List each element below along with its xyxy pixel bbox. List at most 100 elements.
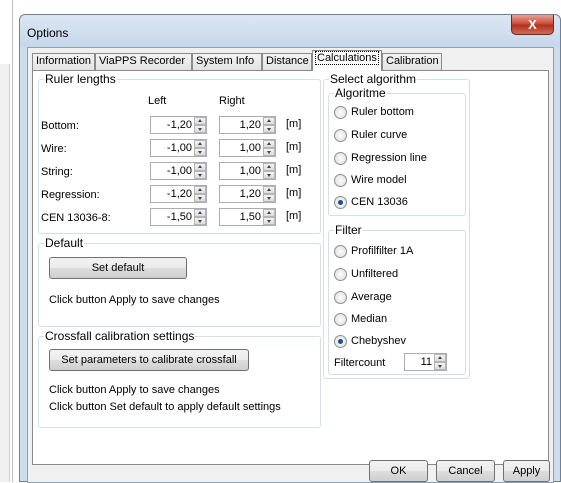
spinner-arrows[interactable] <box>194 163 206 179</box>
spinner-value: -1,00 <box>166 142 192 154</box>
spinner-up-icon[interactable] <box>263 140 275 148</box>
spinner-arrows[interactable] <box>263 117 275 133</box>
spinner-down-icon[interactable] <box>194 148 206 156</box>
ruler-lengths-group: Ruler lengths Left Right Bottom: -1,20 1… <box>38 72 321 234</box>
wire-right-spinner[interactable]: 1,00 <box>219 139 276 157</box>
default-title: Default <box>44 236 85 250</box>
spinner-value: -1,20 <box>166 188 192 200</box>
unit-label: [m] <box>286 164 302 176</box>
radio-icon[interactable] <box>334 313 347 326</box>
tab-label: System Info <box>196 55 255 67</box>
spinner-up-icon[interactable] <box>263 117 275 125</box>
tab-system-info[interactable]: System Info <box>192 53 262 70</box>
tab-viapps-recorder[interactable]: ViaPPS Recorder <box>95 53 192 70</box>
set-default-button[interactable]: Set default <box>49 257 187 279</box>
spinner-value: -1,00 <box>166 165 192 177</box>
radio-icon[interactable] <box>334 174 347 187</box>
algoritme-group: Algoritme Ruler bottom Ruler curve Regre… <box>328 86 466 216</box>
regression-left-spinner[interactable]: -1,20 <box>150 185 207 203</box>
tab-label: ViaPPS Recorder <box>99 55 186 67</box>
tab-information[interactable]: Information <box>32 53 95 70</box>
title-bar[interactable]: Options X <box>20 15 560 47</box>
radio-label: Wire model <box>351 174 407 186</box>
spinner-arrows[interactable] <box>434 354 446 370</box>
radio-icon[interactable] <box>334 268 347 281</box>
cen-right-spinner[interactable]: 1,50 <box>219 208 276 226</box>
spinner-arrows[interactable] <box>263 209 275 225</box>
spinner-down-icon[interactable] <box>263 194 275 202</box>
spinner-arrows[interactable] <box>194 117 206 133</box>
radio-icon[interactable] <box>334 106 347 119</box>
spinner-up-icon[interactable] <box>194 209 206 217</box>
apply-button[interactable]: Apply <box>503 460 550 482</box>
spinner-up-icon[interactable] <box>194 117 206 125</box>
radio-label: CEN 13036 <box>351 196 408 208</box>
cen-left-spinner[interactable]: -1,50 <box>150 208 207 226</box>
spinner-value: 1,20 <box>239 188 261 200</box>
tab-distance[interactable]: Distance <box>262 53 312 70</box>
spinner-down-icon[interactable] <box>194 194 206 202</box>
string-left-spinner[interactable]: -1,00 <box>150 162 207 180</box>
spinner-up-icon[interactable] <box>263 186 275 194</box>
spinner-arrows[interactable] <box>263 186 275 202</box>
ok-button[interactable]: OK <box>369 460 428 482</box>
tab-calculations[interactable]: Calculations <box>312 50 382 71</box>
spinner-value: 1,00 <box>239 165 261 177</box>
spinner-up-icon[interactable] <box>434 354 446 362</box>
crossfall-title: Crossfall calibration settings <box>44 329 196 343</box>
close-icon: X <box>528 17 537 32</box>
radio-selected-icon[interactable] <box>334 196 347 209</box>
default-group: Default Set default Click button Apply t… <box>38 236 321 327</box>
radio-icon[interactable] <box>334 291 347 304</box>
tab-label: Calculations <box>315 51 379 65</box>
spinner-up-icon[interactable] <box>194 163 206 171</box>
radio-label: Ruler bottom <box>351 106 414 118</box>
spinner-value: -1,20 <box>166 119 192 131</box>
spinner-arrows[interactable] <box>194 140 206 156</box>
radio-label: Profilfilter 1A <box>351 245 414 257</box>
radio-label: Median <box>351 313 388 325</box>
string-right-spinner[interactable]: 1,00 <box>219 162 276 180</box>
dialog-client-area: Information ViaPPS Recorder System Info … <box>27 47 554 483</box>
spinner-down-icon[interactable] <box>194 171 206 179</box>
wire-left-spinner[interactable]: -1,00 <box>150 139 207 157</box>
tab-label: Information <box>36 55 92 67</box>
filtercount-spinner[interactable]: 11 <box>404 353 447 371</box>
unit-label: [m] <box>286 187 302 199</box>
bottom-left-spinner[interactable]: -1,20 <box>150 116 207 134</box>
spinner-down-icon[interactable] <box>194 217 206 225</box>
filtercount-label: Filtercount <box>334 357 386 369</box>
default-note: Click button Apply to save changes <box>49 294 220 306</box>
spinner-arrows[interactable] <box>263 163 275 179</box>
tab-calibration[interactable]: Calibration <box>382 53 442 70</box>
cancel-button[interactable]: Cancel <box>436 460 495 482</box>
spinner-up-icon[interactable] <box>194 140 206 148</box>
spinner-up-icon[interactable] <box>263 163 275 171</box>
radio-label: Ruler curve <box>351 129 408 141</box>
tab-label: Distance <box>266 55 309 67</box>
spinner-down-icon[interactable] <box>263 217 275 225</box>
radio-selected-icon[interactable] <box>334 335 347 348</box>
radio-label: Average <box>351 291 392 303</box>
spinner-value: 1,20 <box>239 119 261 131</box>
spinner-down-icon[interactable] <box>263 148 275 156</box>
radio-icon[interactable] <box>334 245 347 258</box>
spinner-arrows[interactable] <box>194 209 206 225</box>
spinner-up-icon[interactable] <box>263 209 275 217</box>
spinner-down-icon[interactable] <box>194 125 206 133</box>
spinner-down-icon[interactable] <box>263 125 275 133</box>
window-title: Options <box>27 26 69 40</box>
bottom-right-spinner[interactable]: 1,20 <box>219 116 276 134</box>
spinner-down-icon[interactable] <box>434 362 446 370</box>
radio-icon[interactable] <box>334 152 347 165</box>
set-crossfall-parameters-button[interactable]: Set parameters to calibrate crossfall <box>49 349 249 371</box>
spinner-up-icon[interactable] <box>194 186 206 194</box>
radio-icon[interactable] <box>334 129 347 142</box>
spinner-value: 1,50 <box>239 211 261 223</box>
regression-right-spinner[interactable]: 1,20 <box>219 185 276 203</box>
spinner-arrows[interactable] <box>194 186 206 202</box>
spinner-arrows[interactable] <box>263 140 275 156</box>
spinner-down-icon[interactable] <box>263 171 275 179</box>
row-label-string: String: <box>41 166 73 178</box>
close-button[interactable]: X <box>511 15 554 35</box>
